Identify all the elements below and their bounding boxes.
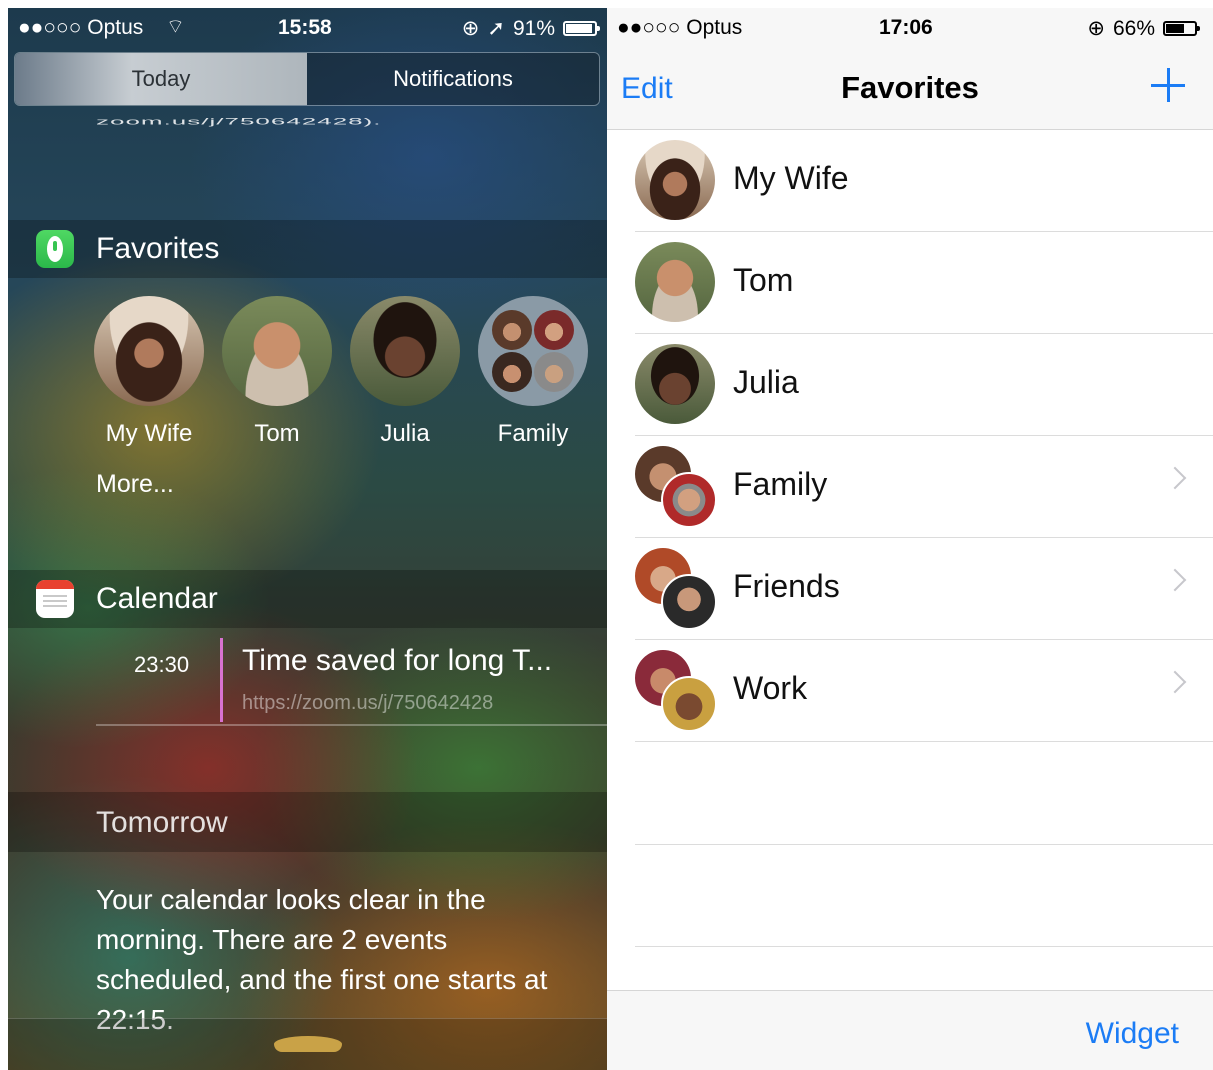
divider xyxy=(635,946,1213,947)
calendar-widget-title: Calendar xyxy=(96,582,218,615)
favorite-name: My Wife xyxy=(105,420,193,447)
avatar xyxy=(94,296,204,406)
favorite-family[interactable]: Family xyxy=(478,296,588,448)
avatar xyxy=(222,296,332,406)
chevron-right-icon xyxy=(1163,568,1187,592)
favorite-julia[interactable]: Julia xyxy=(350,296,460,448)
navigation-bar: Edit Favorites xyxy=(607,48,1213,130)
battery-icon xyxy=(563,21,600,36)
battery-percent: 91% xyxy=(512,16,555,40)
divider xyxy=(635,844,1213,845)
group-avatar xyxy=(635,446,717,528)
battery-percent: 66% xyxy=(1112,16,1155,40)
contact-name: Julia xyxy=(733,364,799,400)
list-item-friends[interactable]: Friends xyxy=(635,538,1213,640)
contact-name: Tom xyxy=(733,262,794,298)
tomorrow-title: Tomorrow xyxy=(96,806,228,839)
list-item-tom[interactable]: Tom xyxy=(635,232,1213,334)
truncated-text: zoom.us/j/750642428). xyxy=(96,116,382,127)
calendar-app-icon xyxy=(36,580,74,618)
favorite-name: Family xyxy=(497,420,569,447)
status-bar: ●●○○○ Optus 17:06 ⊕ 66% xyxy=(607,8,1213,48)
contact-name: Work xyxy=(733,670,808,706)
avatar xyxy=(635,344,715,424)
rotation-lock-icon: ⊕ xyxy=(1087,17,1105,40)
list-item-family[interactable]: Family xyxy=(635,436,1213,538)
contact-name: Family xyxy=(733,466,828,502)
page-title: Favorites xyxy=(841,70,979,105)
add-icon[interactable] xyxy=(1151,68,1185,102)
contact-name: Friends xyxy=(733,568,840,604)
wifi-icon: ︎⌔ xyxy=(166,16,185,38)
event-color-bar xyxy=(220,638,223,722)
favorites-app: ●●○○○ Optus 17:06 ⊕ 66% Edit Favorites M… xyxy=(607,8,1213,1070)
avatar xyxy=(635,242,715,322)
battery-icon xyxy=(1163,21,1200,36)
carrier-label: ●●○○○ Optus xyxy=(18,16,144,39)
favorites-widget-title: Favorites xyxy=(96,232,220,265)
avatar xyxy=(350,296,460,406)
status-bar: ●●○○○ Optus ︎⌔ 15:58 ⊕ ➚ 91% xyxy=(8,8,607,48)
favorite-my-wife[interactable]: My Wife xyxy=(94,296,204,448)
event-time: 23:30 xyxy=(134,652,190,677)
list-item-my-wife[interactable]: My Wife xyxy=(635,130,1213,232)
event-url[interactable]: https://zoom.us/j/750642428 xyxy=(242,692,493,715)
notification-center: ●●○○○ Optus ︎⌔ 15:58 ⊕ ➚ 91% Today Notif… xyxy=(8,8,607,1070)
tomorrow-summary: Your calendar looks clear in the morning… xyxy=(96,884,548,1035)
bottom-toolbar: Widget xyxy=(607,990,1213,1070)
rotation-lock-icon: ⊕ xyxy=(461,17,480,40)
location-icon: ➚ xyxy=(487,17,505,40)
status-time: 15:58 xyxy=(278,16,332,39)
list-item-julia[interactable]: Julia xyxy=(635,334,1213,436)
favorite-name: Tom xyxy=(254,420,300,447)
list-item-work[interactable]: Work xyxy=(635,640,1213,742)
favorite-tom[interactable]: Tom xyxy=(222,296,332,448)
chevron-right-icon xyxy=(1163,670,1187,694)
favorites-app-icon xyxy=(36,230,74,268)
status-time: 17:06 xyxy=(879,16,933,39)
widget-button[interactable]: Widget xyxy=(1086,1017,1179,1051)
chevron-right-icon xyxy=(1163,466,1187,490)
tab-today[interactable]: Today xyxy=(15,53,307,105)
more-link[interactable]: More... xyxy=(96,470,174,499)
segmented-control: Today Notifications xyxy=(14,52,600,106)
divider xyxy=(96,724,607,726)
group-avatar xyxy=(478,296,588,406)
tab-notifications[interactable]: Notifications xyxy=(307,53,599,105)
close-handle-icon[interactable] xyxy=(274,1036,342,1052)
carrier-label: ●●○○○ Optus xyxy=(617,16,743,39)
event-title[interactable]: Time saved for long T... xyxy=(242,644,552,678)
group-avatar xyxy=(635,548,717,630)
favorite-name: Julia xyxy=(380,420,430,447)
avatar xyxy=(635,140,715,220)
contact-name: My Wife xyxy=(733,160,849,196)
group-avatar xyxy=(635,650,717,732)
